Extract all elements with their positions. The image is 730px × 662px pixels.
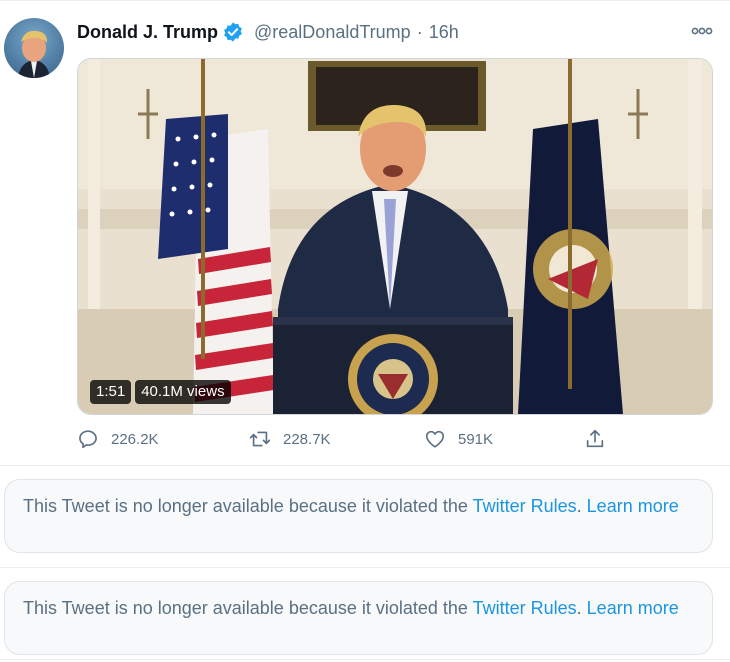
heart-icon	[425, 430, 445, 448]
withheld-tweet-notice: This Tweet is no longer available becaus…	[4, 479, 713, 553]
retweet-icon	[249, 431, 271, 447]
learn-more-link[interactable]: Learn more	[587, 496, 679, 516]
reply-icon	[79, 430, 97, 449]
video-player[interactable]: 1:51 40.1M views	[77, 58, 713, 415]
notice-punctuation: .	[576, 598, 587, 618]
retweet-count: 228.7K	[283, 430, 331, 448]
like-button[interactable]: 591K	[424, 428, 493, 450]
notice-text: This Tweet is no longer available becaus…	[23, 598, 473, 618]
tweet-actions: 226.2K 228.7K 591K	[77, 428, 637, 454]
withheld-tweet-notice: This Tweet is no longer available becaus…	[4, 581, 713, 655]
avatar[interactable]	[4, 18, 64, 78]
tweet-header: Donald J. Trump @realDonaldTrump · 16h	[77, 19, 459, 45]
divider	[0, 567, 730, 568]
like-count: 591K	[458, 430, 494, 448]
video-views: 40.1M views	[135, 380, 231, 404]
reply-count: 226.2K	[111, 430, 159, 448]
more-horizontal-icon[interactable]	[690, 21, 714, 41]
tweet-timestamp[interactable]: 16h	[429, 22, 459, 43]
retweet-button[interactable]: 228.7K	[249, 428, 331, 450]
notice-text: This Tweet is no longer available becaus…	[23, 496, 473, 516]
share-icon	[586, 429, 604, 448]
video-badges: 1:51 40.1M views	[90, 380, 231, 404]
share-button[interactable]	[584, 428, 618, 450]
tweet[interactable]: Donald J. Trump @realDonaldTrump · 16h 1…	[0, 0, 730, 466]
learn-more-link[interactable]: Learn more	[587, 598, 679, 618]
reply-button[interactable]: 226.2K	[77, 428, 159, 450]
divider	[0, 659, 730, 660]
author-name[interactable]: Donald J. Trump	[77, 22, 218, 43]
verified-badge-icon	[222, 21, 244, 43]
twitter-rules-link[interactable]: Twitter Rules	[473, 598, 577, 618]
header-separator: ·	[416, 21, 423, 42]
twitter-rules-link[interactable]: Twitter Rules	[473, 496, 577, 516]
author-handle[interactable]: @realDonaldTrump	[254, 22, 411, 43]
video-frame	[78, 59, 712, 414]
video-duration: 1:51	[90, 380, 132, 404]
notice-punctuation: .	[576, 496, 587, 516]
